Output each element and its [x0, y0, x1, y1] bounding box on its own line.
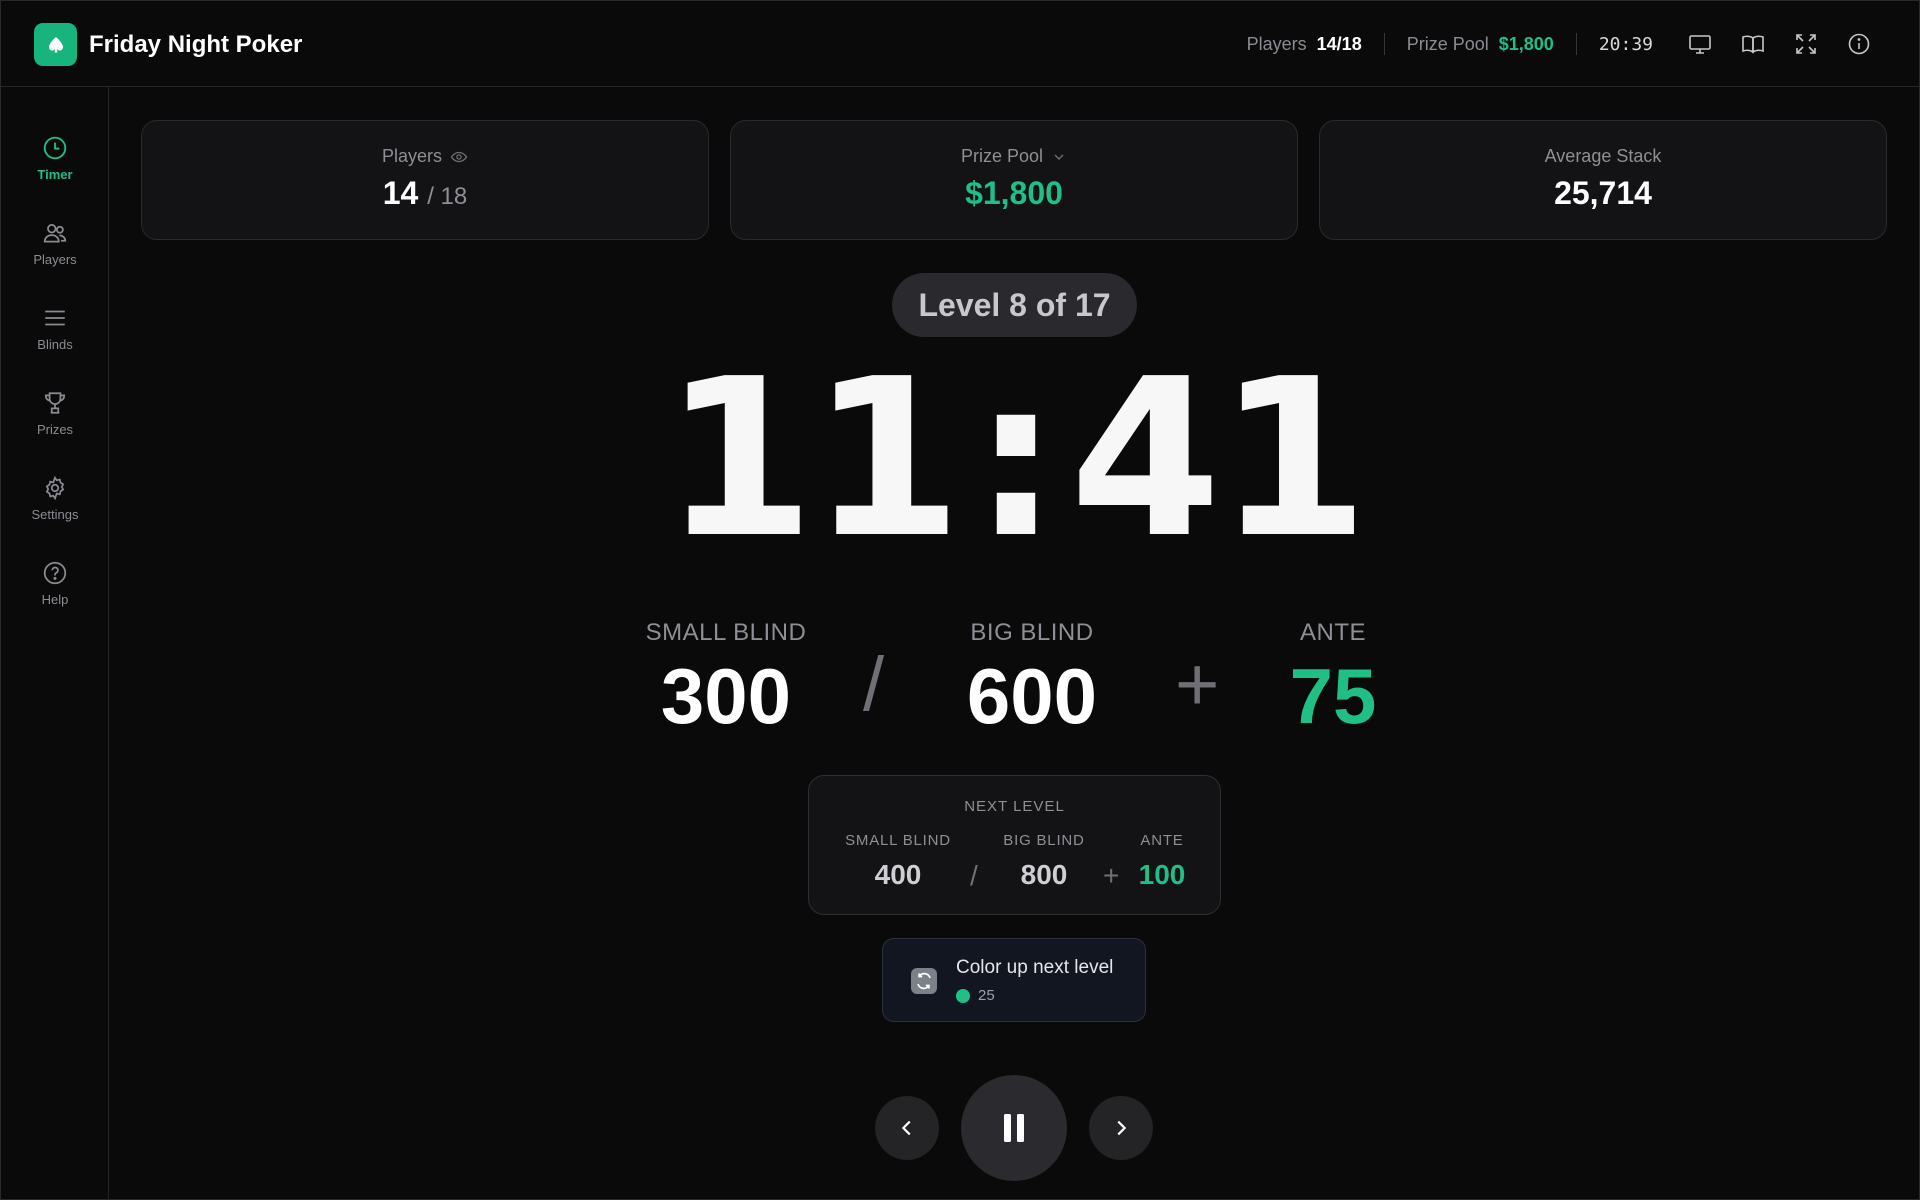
prize-pool-card-label: Prize Pool [961, 146, 1067, 167]
monitor-icon[interactable] [1673, 24, 1726, 64]
countdown-timer: 11:41 [1, 351, 1919, 569]
ante-value: 75 [1289, 652, 1377, 740]
chevron-down-icon[interactable] [1051, 149, 1067, 165]
next-ante-plus: + [1103, 860, 1120, 891]
next-big-blind: BIG BLIND 800 [994, 832, 1094, 891]
sidebar-item-label: Players [33, 251, 77, 267]
players-card-label: Players [382, 146, 468, 167]
players-total: / 18 [427, 183, 468, 210]
average-stack-card: Average Stack 25,714 [1319, 120, 1887, 240]
pause-button[interactable] [961, 1075, 1067, 1181]
spade-logo-icon [34, 23, 77, 66]
big-blind-value: 600 [966, 652, 1098, 740]
small-blind-value: 300 [660, 652, 792, 740]
players-current: 14 [382, 175, 419, 211]
color-up-title: Color up next level [956, 957, 1114, 978]
next-small-blind: SMALL BLIND 400 [835, 832, 961, 891]
header-players-label: Players [1246, 33, 1307, 54]
clock-icon [43, 136, 67, 159]
header-status: Players 14/18 Prize Pool $1,800 20:39 [1247, 1, 1885, 87]
timer-minutes: 11 [663, 333, 962, 586]
prize-pool-card[interactable]: Prize Pool $1,800 [730, 120, 1298, 240]
players-card-value: 14 / 18 [383, 175, 468, 212]
header-prize-value: $1,800 [1498, 33, 1554, 54]
ante: ANTE 75 [1243, 619, 1423, 735]
next-ante-label: ANTE [1140, 832, 1184, 849]
next-blind-separator: / [970, 860, 978, 891]
prize-pool-card-value: $1,800 [965, 175, 1063, 211]
big-blind-label: BIG BLIND [970, 619, 1094, 646]
divider [1383, 33, 1385, 55]
next-small-blind-label: SMALL BLIND [845, 832, 951, 849]
top-bar: Friday Night Poker Players 14/18 Prize P… [1, 1, 1920, 87]
brand: Friday Night Poker [34, 23, 302, 66]
timer-seconds: 41 [1069, 333, 1369, 586]
prize-pool-card-title: Prize Pool [960, 146, 1044, 166]
app-title: Friday Night Poker [89, 30, 303, 58]
users-icon [43, 223, 67, 243]
pause-icon [1004, 1114, 1024, 1142]
fullscreen-icon[interactable] [1779, 24, 1832, 64]
header-prize: Prize Pool $1,800 [1407, 34, 1554, 55]
divider [1575, 33, 1577, 55]
chevron-left-icon [901, 1120, 911, 1136]
color-up-notice: Color up next level 25 [882, 938, 1146, 1022]
blind-separator: / [863, 642, 885, 727]
next-big-blind-value: 800 [1020, 859, 1068, 890]
timer-colon: : [972, 333, 1059, 586]
book-icon[interactable] [1726, 24, 1779, 64]
sidebar-item-label: Timer [37, 166, 73, 182]
sidebar-item-players[interactable]: Players [1, 203, 109, 283]
eye-icon[interactable] [450, 148, 468, 166]
next-level-card: NEXT LEVEL SMALL BLIND 400 / BIG BLIND 8… [808, 775, 1221, 915]
next-level-title: NEXT LEVEL [964, 798, 1065, 815]
sidebar: Timer Players Blinds Prizes Settings Hel… [1, 87, 109, 1200]
chip-dot-icon [956, 988, 970, 1003]
ante-label: ANTE [1299, 619, 1366, 646]
app-window: Friday Night Poker Players 14/18 Prize P… [0, 0, 1920, 1200]
next-big-blind-label: BIG BLIND [1003, 832, 1085, 849]
header-players: Players 14/18 [1247, 34, 1362, 55]
next-ante-value: 100 [1138, 859, 1186, 890]
sidebar-item-label: Blinds [37, 336, 73, 352]
header-prize-label: Prize Pool [1406, 33, 1489, 54]
next-small-blind-value: 400 [874, 859, 922, 890]
header-players-value: 14/18 [1316, 33, 1362, 54]
sidebar-item-label: Help [41, 591, 69, 607]
ante-plus: + [1175, 642, 1220, 727]
players-card: Players 14 / 18 [141, 120, 709, 240]
next-level-button[interactable] [1089, 1096, 1153, 1160]
players-card-title: Players [381, 146, 443, 166]
chip-value: 25 [978, 987, 995, 1004]
small-blind-label: SMALL BLIND [645, 619, 807, 646]
info-icon[interactable] [1832, 24, 1885, 64]
big-blind: BIG BLIND 600 [927, 619, 1137, 735]
color-up-chip: 25 [956, 987, 995, 1004]
refresh-icon [911, 968, 937, 994]
average-stack-card-value: 25,714 [1554, 175, 1652, 211]
average-stack-card-label: Average Stack [1544, 146, 1662, 166]
small-blind: SMALL BLIND 300 [621, 619, 831, 735]
chevron-right-icon [1117, 1120, 1127, 1136]
header-clock: 20:39 [1598, 33, 1653, 55]
next-ante: ANTE 100 [1127, 832, 1197, 891]
sidebar-item-timer[interactable]: Timer [1, 118, 109, 198]
menu-lines-icon [45, 310, 65, 325]
level-indicator: Level 8 of 17 [892, 273, 1137, 337]
previous-level-button[interactable] [875, 1096, 939, 1160]
